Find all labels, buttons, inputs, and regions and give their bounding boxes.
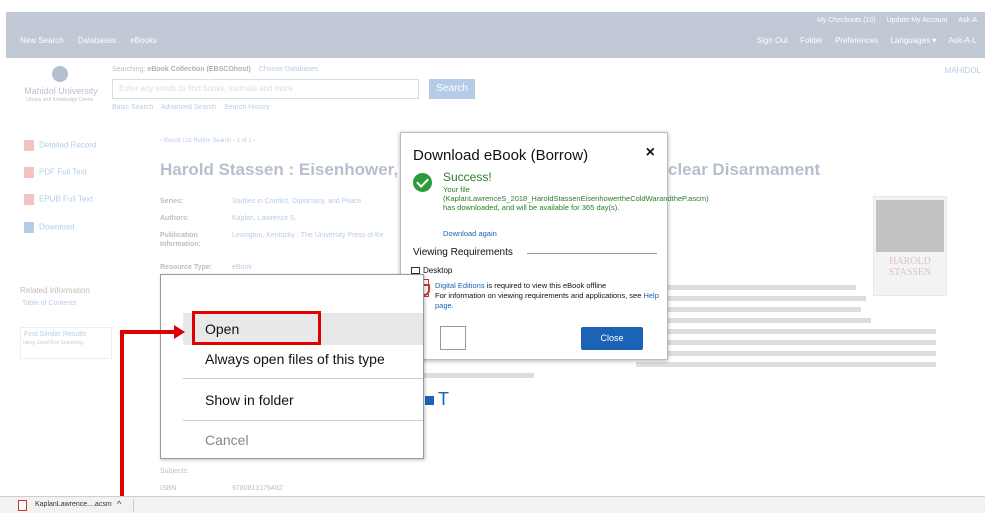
languages-link[interactable]: Languages ▾ (890, 36, 936, 45)
related-information-heading: Related Information (20, 286, 90, 295)
meta-value-publication: Lexington, Kentucky : The University Pre… (232, 232, 384, 239)
university-seal-icon (52, 66, 68, 82)
meta-label: ISBN: (160, 485, 179, 492)
download-item-separator (133, 499, 134, 512)
search-links: Basic Search Advanced Search Search Hist… (112, 104, 276, 111)
annotation-arrow-shaft (120, 330, 124, 496)
abstract-text-line (636, 340, 936, 345)
meta-label: Information: (160, 241, 201, 248)
download-bar: KaplanLawrence....acsm ^ (0, 496, 985, 513)
ask-link[interactable]: Ask-A (958, 17, 977, 24)
find-similar-subtitle: using SmartText Searching. (23, 340, 85, 346)
meta-label: Series: (160, 198, 184, 205)
abstract-text-line (636, 285, 856, 290)
search-input[interactable]: Enter any words to find books, journals … (112, 79, 419, 99)
my-checkouts-link[interactable]: My Checkouts (10) (817, 17, 876, 24)
viewing-requirements-heading: Viewing Requirements (413, 247, 513, 258)
meta-value-authors[interactable]: Kaplan, Lawrence S. (232, 215, 297, 222)
menu-separator (183, 420, 423, 421)
advanced-search-link[interactable]: Advanced Search (161, 104, 216, 111)
sidebar-item-pdf[interactable]: PDF Full Text (24, 167, 87, 178)
close-button[interactable]: Close (581, 327, 643, 350)
background-box (440, 326, 466, 350)
meta-label: Publication (160, 232, 198, 239)
update-account-link[interactable]: Update My Account (887, 17, 948, 24)
ask-a-librarian-link[interactable]: Ask-A-L (949, 36, 977, 45)
table-of-contents-link[interactable]: Table of Contents (22, 300, 76, 307)
context-menu-cancel[interactable]: Cancel (205, 432, 249, 448)
abstract-text-line (636, 318, 871, 323)
main-nav: New Search Databases eBooks Sign Out Fol… (20, 36, 977, 45)
meta-value-series[interactable]: Studies in Conflict, Diplomacy, and Peac… (232, 198, 361, 205)
acsm-file-icon (18, 500, 27, 511)
searching-prefix: Searching: (112, 66, 146, 73)
meta-label: Subjects: (160, 468, 189, 475)
abstract-text-line (636, 351, 936, 356)
pdf-icon (24, 167, 34, 178)
sidebar-item-detailed-record[interactable]: Detailed Record (24, 140, 96, 151)
book-title-end: clear Disarmament (668, 160, 821, 179)
search-button[interactable]: Search (429, 79, 475, 99)
new-search-link[interactable]: New Search (20, 36, 64, 45)
isbn-value: 9780813176482 (232, 485, 283, 492)
meta-value-resource-type: eBook (232, 264, 252, 271)
sign-out-link[interactable]: Sign Out (757, 36, 788, 45)
abstract-text-line (636, 329, 936, 334)
record-icon (24, 140, 34, 151)
context-menu-show-in-folder[interactable]: Show in folder (205, 392, 294, 408)
folder-link[interactable]: Folder (800, 36, 823, 45)
breadcrumb[interactable]: ‹ Result List Refine Search ‹ 1 of 1 › (160, 138, 255, 144)
background-partial-text: T (438, 389, 449, 409)
close-icon[interactable]: × (646, 144, 655, 162)
download-icon (24, 222, 34, 233)
sidebar-item-epub[interactable]: EPUB Full Text (24, 194, 93, 205)
abstract-text-line (636, 307, 861, 312)
meta-label: Resource Type: (160, 264, 212, 271)
open-highlight-box (192, 311, 321, 345)
search-history-link[interactable]: Search History (224, 104, 270, 111)
chevron-up-icon[interactable]: ^ (117, 499, 121, 509)
menu-separator (183, 378, 423, 379)
abstract-text-line (636, 296, 866, 301)
success-message: Your file (KaplanLawrenceS_2018_HaroldSt… (443, 185, 709, 212)
requirements-text: Digital Editions is required to view thi… (435, 281, 659, 310)
top-navigation-bar: My Checkouts (10) Update My Account Ask-… (6, 12, 985, 58)
epub-icon (24, 194, 34, 205)
institution-corner-link[interactable]: MAHIDOL (945, 66, 981, 75)
blue-square-icon (425, 396, 434, 405)
book-title-start: Harold Stassen : Eisenhower, th (160, 160, 419, 179)
choose-databases-link[interactable]: Choose Databases (259, 66, 319, 73)
basic-search-link[interactable]: Basic Search (112, 104, 153, 111)
searching-line: Searching: eBook Collection (EBSCOhost) … (112, 66, 318, 73)
abstract-text-line (636, 362, 936, 367)
abstract-text-line (424, 373, 534, 378)
institution-subtitle: Library and Knowledge Center (26, 97, 94, 103)
digital-editions-link[interactable]: Digital Editions (435, 281, 485, 290)
success-check-icon (413, 173, 432, 192)
meta-label: Authors: (160, 215, 190, 222)
ebooks-link[interactable]: eBooks (130, 36, 157, 45)
context-menu-always-open[interactable]: Always open files of this type (205, 351, 385, 367)
preferences-link[interactable]: Preferences (835, 36, 878, 45)
databases-link[interactable]: Databases (78, 36, 116, 45)
downloaded-file-name[interactable]: KaplanLawrence....acsm (35, 501, 112, 508)
success-heading: Success! (443, 170, 492, 184)
book-cover-title: HAROLD STASSEN (888, 256, 932, 278)
section-divider (527, 253, 657, 254)
institution-name: Mahidol University (24, 86, 98, 96)
annotation-arrow-head (174, 325, 185, 339)
sidebar-item-download[interactable]: Download (24, 222, 75, 233)
user-links: My Checkouts (10) Update My Account Ask-… (808, 17, 977, 24)
collection-name: eBook Collection (EBSCOhost) (147, 66, 251, 73)
download-context-menu: Open Always open files of this type Show… (160, 274, 424, 459)
annotation-arrow-shaft (120, 330, 176, 334)
dialog-title: Download eBook (Borrow) (413, 147, 589, 164)
book-cover-photo (876, 200, 944, 252)
download-again-link[interactable]: Download again (443, 229, 497, 238)
